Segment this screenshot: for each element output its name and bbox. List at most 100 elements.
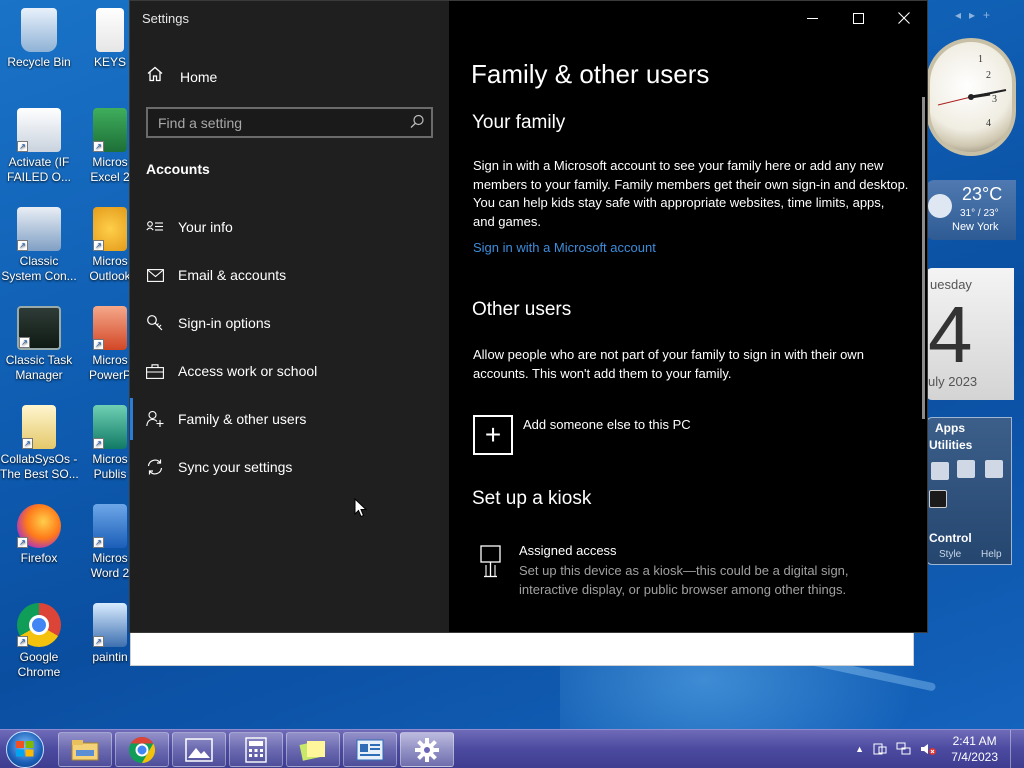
close-icon	[898, 12, 910, 24]
outlook-icon: ↗	[93, 207, 127, 251]
calendar-gadget[interactable]: uesday 4 uly 2023	[926, 268, 1014, 400]
apps-gadget-help-link[interactable]: Help	[981, 549, 1002, 560]
sidebar-item-your-info[interactable]: Your info	[130, 206, 449, 248]
taskbar-file-explorer[interactable]	[58, 732, 112, 767]
clock-face: 2 3 4 1	[926, 38, 1016, 156]
apps-gadget-footer: Control	[929, 531, 972, 545]
home-nav-item[interactable]: Home	[146, 65, 217, 88]
shortcut-arrow-icon: ↗	[17, 537, 28, 548]
show-desktop-button[interactable]	[1010, 730, 1024, 768]
shortcut-arrow-icon: ↗	[93, 636, 104, 647]
desktop-icon-classic-system-control[interactable]: ↗ Classic System Con...	[0, 207, 78, 284]
window-title: Settings	[142, 11, 189, 26]
sticky-notes-icon	[299, 740, 325, 761]
kiosk-heading: Set up a kiosk	[472, 488, 592, 509]
volume-muted-icon[interactable]	[920, 742, 936, 759]
family-heading: Your family	[472, 112, 566, 133]
desktop-icon-excel[interactable]: ↗ Micros Excel 2	[88, 108, 132, 185]
desktop-icon-google-chrome[interactable]: ↗ Google Chrome	[0, 603, 78, 680]
desktop-icon-label: Classic Task	[5, 353, 73, 367]
desktop-icon-classic-task-manager[interactable]: ↗ Classic Task Manager	[0, 306, 78, 383]
powerpoint-icon: ↗	[93, 306, 127, 350]
home-label: Home	[180, 68, 218, 85]
sidebar-item-sign-in-options[interactable]: Sign-in options	[130, 302, 449, 344]
sidebar-item-label: Your info	[178, 219, 233, 235]
shortcut-arrow-icon: ↗	[22, 438, 33, 449]
weather-temperature: 23°C	[962, 184, 1003, 204]
sidebar-item-sync-settings[interactable]: Sync your settings	[130, 446, 449, 488]
show-hidden-icons-button[interactable]: ▲	[855, 744, 864, 759]
app-shortcut-icon[interactable]	[929, 490, 947, 508]
content-scrollbar[interactable]	[922, 97, 925, 419]
background-window[interactable]	[130, 628, 914, 666]
app-shortcut-icon[interactable]	[931, 462, 949, 480]
sidebar-item-family-other-users[interactable]: Family & other users	[130, 398, 449, 440]
sidebar-item-label: Family & other users	[178, 411, 307, 427]
sidebar-item-access-work-school[interactable]: Access work or school	[130, 350, 449, 392]
minimize-button[interactable]	[789, 1, 835, 35]
close-button[interactable]	[881, 1, 927, 35]
desktop-icon-powerpoint[interactable]: ↗ Micros PowerP	[88, 306, 132, 383]
apps-gadget-subtitle: Utilities	[929, 438, 973, 452]
person-add-icon	[146, 410, 164, 428]
clock-gadget[interactable]: 2 3 4 1	[926, 38, 1016, 160]
desktop-icon-collabsysos[interactable]: ↗ CollabSysOs - The Best SO...	[0, 405, 78, 482]
image-icon	[185, 737, 213, 762]
briefcase-icon	[146, 362, 164, 380]
desktop-icon-activate[interactable]: ↗ Activate (IF FAILED O...	[0, 108, 78, 185]
chrome-icon: ↗	[17, 603, 61, 647]
taskbar-photos[interactable]	[172, 732, 226, 767]
weather-gadget[interactable]: 23°C 31° / 23° New York	[926, 180, 1016, 240]
taskbar-chrome[interactable]	[115, 732, 169, 767]
sidebar-item-label: Sign-in options	[178, 315, 271, 331]
settings-sidebar: Settings Home Accounts Your info Email &	[130, 1, 449, 632]
desktop-icon-outlook[interactable]: ↗ Micros Outlook	[88, 207, 132, 284]
recycle-bin-icon	[21, 8, 57, 52]
start-button[interactable]	[6, 731, 44, 768]
taskbar-settings[interactable]	[400, 732, 454, 767]
calendar-month: uly 2023	[928, 374, 978, 389]
folder-icon	[71, 739, 99, 760]
desktop-icon-keys[interactable]: KEYS	[88, 8, 132, 70]
gadget-navigation[interactable]: ◂▸+	[955, 8, 998, 22]
key-icon	[146, 314, 164, 332]
app-shortcut-icon[interactable]	[985, 460, 1003, 478]
apps-gadget[interactable]: Apps Utilities Control Style Help	[926, 417, 1012, 565]
maximize-button[interactable]	[835, 1, 881, 35]
taskbar-calculator[interactable]	[229, 732, 283, 767]
taskbar-sticky-notes[interactable]	[286, 732, 340, 767]
desktop-icon-label: Recycle Bin	[7, 55, 71, 69]
shortcut-arrow-icon: ↗	[93, 240, 104, 251]
calendar-date: 4	[928, 290, 973, 379]
network-icon[interactable]	[896, 742, 911, 759]
desktop-icon-label: FAILED O...	[6, 170, 72, 184]
taskbar-control-panel[interactable]	[343, 732, 397, 767]
desktop-icon-firefox[interactable]: ↗ Firefox	[0, 504, 78, 566]
word-icon: ↗	[93, 504, 127, 548]
settings-search[interactable]	[146, 107, 433, 138]
taskbar: ▲ 2:41 AM 7/4/2023	[0, 729, 1024, 768]
search-input[interactable]	[148, 109, 403, 136]
app-shortcut-icon[interactable]	[957, 460, 975, 478]
apps-gadget-style-link[interactable]: Style	[939, 549, 961, 560]
add-user-button[interactable]: + Add someone else to this PC	[473, 415, 691, 455]
desktop-icon-label: Outlook	[89, 269, 131, 283]
desktop-icon-recycle-bin[interactable]: Recycle Bin	[0, 8, 78, 70]
shortcut-arrow-icon: ↗	[17, 141, 28, 152]
sidebar-item-email-accounts[interactable]: Email & accounts	[130, 254, 449, 296]
shortcut-arrow-icon: ↗	[93, 141, 104, 152]
search-icon[interactable]	[409, 114, 425, 135]
sidebar-item-label: Access work or school	[178, 363, 318, 379]
action-center-icon[interactable]	[873, 742, 887, 759]
svg-text:3: 3	[992, 94, 997, 105]
desktop-icon-word[interactable]: ↗ Micros Word 2	[88, 504, 132, 581]
settings-content: Family & other users Your family Sign in…	[449, 1, 927, 632]
microsoft-account-link[interactable]: Sign in with a Microsoft account	[473, 240, 656, 255]
other-users-heading: Other users	[472, 299, 572, 320]
excel-icon: ↗	[93, 108, 127, 152]
taskbar-clock[interactable]: 2:41 AM 7/4/2023	[951, 733, 998, 765]
cloud-icon	[928, 194, 952, 218]
weather-city: New York	[952, 221, 999, 233]
desktop-icon-painting[interactable]: ↗ paintin	[88, 603, 132, 665]
desktop-icon-publisher[interactable]: ↗ Micros Publis	[88, 405, 132, 482]
